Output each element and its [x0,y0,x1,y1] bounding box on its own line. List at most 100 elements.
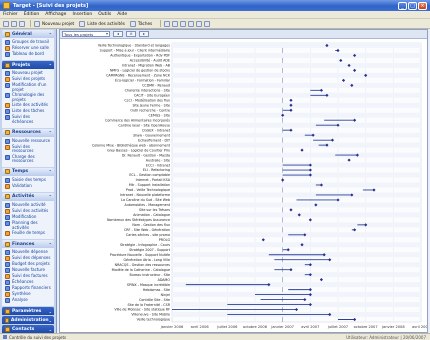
sidebar-item-nouvelle-ressource[interactable]: Nouvelle ressource [5,138,52,144]
previous-period-button[interactable]: ◂ [113,31,123,37]
sidebar-item-label: Tableau de bord [12,51,44,56]
task-label: Site sur les Trésors [139,208,170,212]
row-stripe [172,192,421,198]
sidebar-group-projets[interactable]: Projets ⌃ [2,61,54,69]
chevron-up-icon[interactable]: ⌃ [49,169,52,174]
menu-insert[interactable]: Insertion [72,12,92,17]
row-stripe [172,182,421,188]
row-stripe [172,52,421,58]
sidebar-group-general[interactable]: Général ⌃ [2,30,54,38]
chevron-up-icon[interactable]: ⌃ [49,242,52,247]
x-tick-label: janvier 2007 [270,325,294,329]
tasks-button[interactable]: Tâches [138,21,152,26]
print-icon[interactable] [164,20,171,27]
export-icon[interactable] [180,20,187,27]
sidebar-item-analyse[interactable]: Analyse [5,297,52,304]
task-label: Support - Mise à jour - Client intermédi… [100,49,170,53]
filter-icon[interactable] [196,20,203,27]
close-button[interactable]: × [418,1,427,10]
task-label: CACIT - Site Européen [134,94,170,98]
chevron-down-icon[interactable]: ⌄ [49,309,52,314]
status-icon [3,335,7,339]
sidebar-item-validation[interactable]: Validation [5,182,52,189]
sidebar-group-administration[interactable]: Administration ⌄ [2,316,54,325]
forward-icon[interactable] [11,20,17,27]
menu-edit[interactable]: Édition [24,12,40,17]
chevron-down-icon[interactable]: ⌄ [49,327,52,332]
preview-icon[interactable] [172,20,179,27]
chevron-up-icon[interactable]: ⌃ [49,194,52,199]
task-label: NRACQS - Gestion des ressources [115,263,171,267]
item-icon [5,202,10,208]
sidebar-group-title: Activités [12,194,35,200]
chevron-down-icon[interactable]: ⌄ [49,318,52,323]
chevron-up-icon[interactable]: ⌃ [49,63,52,68]
back-icon[interactable] [3,20,9,27]
item-icon [5,46,10,51]
menu-help[interactable]: Aide [117,12,127,17]
sidebar-group-title: Projets [12,62,31,68]
sidebar-group-contacts[interactable]: Contacts ⌄ [2,325,54,333]
new-project-button[interactable]: Nouveau projet [42,21,74,26]
home-icon[interactable] [19,20,25,27]
x-tick-label: juillet 2006 [216,325,238,329]
sidebar-group-ressources[interactable]: Ressources ⌃ [2,128,54,137]
project-filter-select[interactable]: Tous les projets [62,31,110,37]
task-label: Ninjel [161,293,170,297]
new-project-icon[interactable] [34,20,40,27]
help-icon[interactable] [204,20,211,27]
menu-tools[interactable]: Outils [98,12,111,17]
folder-icon [5,241,10,247]
task-label: Shaw - Gouvernement [133,133,171,137]
menu-file[interactable]: Fichier [3,12,18,17]
row-stripe [172,82,421,88]
sidebar-item-feuille-de-temps[interactable]: Feuille de temps [5,231,52,237]
task-label: Stratégie 2007 - Support [129,248,171,252]
sidebar-item-label: Validation [12,182,32,188]
sidebar-group-temps[interactable]: Temps ⌃ [2,167,54,176]
menu-view[interactable]: Affichage [45,12,66,17]
task-label: Authentique - Exportation - Rdv PDF [110,54,170,58]
sidebar-group-title: Général [12,31,32,37]
sidebar-item-chronologie-des-projets[interactable]: Chronologie des projets [5,92,52,102]
sidebar-item-suivi-des-ressources[interactable]: Suivi des ressources [5,144,52,154]
item-icon [5,93,10,99]
item-icon [5,144,10,150]
chevron-up-icon[interactable]: ⌃ [49,32,52,37]
minimize-button[interactable]: _ [398,1,407,10]
sidebar-item-label: Analyse [12,297,28,303]
folder-icon [5,130,10,136]
sidebar-item-suivi-des-echeances[interactable]: Suivi des échéances [5,115,52,124]
task-label: CAMPAGNE - Recensement - Zone NCK [106,74,171,78]
maximize-button[interactable]: □ [408,1,417,10]
sidebar-item-charge-des-ressources[interactable]: Charge des ressources [5,154,52,164]
row-stripe [172,102,421,108]
item-icon [5,40,10,45]
item-icon [5,83,10,88]
sidebar-item-modification-d-un-projet[interactable]: Modification d'un projet [5,82,52,92]
task-label: Procédure Nouvelle - Support Nuitée [110,253,170,257]
task-label: CLCI - Modélisation des flux [124,98,170,102]
task-label: PROLG [159,238,171,242]
folder-icon [5,194,10,200]
next-period-button[interactable]: ▸ [139,31,149,37]
chevron-up-icon[interactable]: ⌃ [49,130,52,135]
task-label: Intranet - Migration Web - AB [122,64,171,68]
toolbar-separator [30,20,31,27]
activity-list-button[interactable]: Liste des activités [87,21,125,26]
item-icon [5,77,10,82]
sidebar-group-activites[interactable]: Activités ⌃ [2,192,54,201]
task-label: Outil recherche - Centre [130,108,170,112]
sidebar-item-label: Liste des activités [12,102,49,108]
activity-list-icon[interactable] [79,20,86,27]
sidebar-group-parametres[interactable]: Paramètres ⌄ [2,307,54,316]
sidebar-item-label: Chronologie des projets [12,92,45,102]
refresh-icon[interactable] [188,20,195,27]
sidebar-item-tableau-de-bord[interactable]: Tableau de bord [5,51,52,57]
tasks-icon[interactable] [129,20,136,27]
zoom-button[interactable]: ± [126,31,136,37]
row-stripe [172,142,421,148]
sidebar-item-planning-des-activites[interactable]: Planning des activités [5,220,52,230]
task-label: CCDMK - Renaud [142,84,170,88]
sidebar-group-finances[interactable]: Finances ⌃ [2,240,54,249]
